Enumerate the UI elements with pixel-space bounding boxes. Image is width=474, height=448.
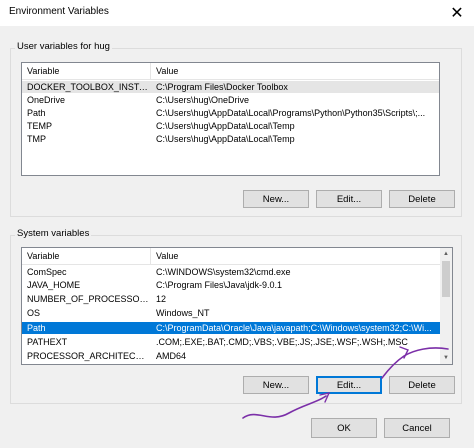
environment-variables-dialog: Environment Variables ✕ User variables f… [0,0,474,448]
title-bar: Environment Variables ✕ [0,0,474,26]
cancel-button[interactable]: Cancel [384,418,450,438]
system-list-header: Variable Value [22,248,452,265]
system-new-button[interactable]: New... [243,376,309,394]
user-list-header: Variable Value [22,63,439,80]
scroll-down-icon[interactable]: ▼ [440,352,452,364]
user-column-variable[interactable]: Variable [22,63,151,79]
system-row[interactable]: PATHEXT .COM;.EXE;.BAT;.CMD;.VBS;.VBE;.J… [22,336,440,348]
user-variables-label: User variables for hug [15,41,112,52]
user-variables-list[interactable]: Variable Value DOCKER_TOOLBOX_INSTAL... … [21,62,440,176]
system-column-value[interactable]: Value [151,248,440,264]
user-row[interactable]: TEMP C:\Users\hug\AppData\Local\Temp [22,120,439,132]
user-delete-button[interactable]: Delete [389,190,455,208]
system-row[interactable]: PROCESSOR_ARCHITECTURE AMD64 [22,350,440,362]
system-edit-button[interactable]: Edit... [316,376,382,394]
ok-button[interactable]: OK [311,418,377,438]
system-column-variable[interactable]: Variable [22,248,151,264]
system-row[interactable]: JAVA_HOME C:\Program Files\Java\jdk-9.0.… [22,279,440,291]
user-row[interactable]: DOCKER_TOOLBOX_INSTAL... C:\Program File… [22,81,439,93]
system-row[interactable]: ComSpec C:\WINDOWS\system32\cmd.exe [22,266,440,278]
user-row[interactable]: TMP C:\Users\hug\AppData\Local\Temp [22,133,439,145]
scroll-up-icon[interactable]: ▲ [440,248,452,260]
user-edit-button[interactable]: Edit... [316,190,382,208]
window-title: Environment Variables [9,6,109,17]
system-delete-button[interactable]: Delete [389,376,455,394]
system-variables-label: System variables [15,228,92,239]
scroll-thumb[interactable] [442,261,450,297]
system-row-selected[interactable]: Path C:\ProgramData\Oracle\Java\javapath… [22,322,440,334]
user-new-button[interactable]: New... [243,190,309,208]
system-row[interactable]: NUMBER_OF_PROCESSORS 12 [22,293,440,305]
system-row[interactable]: OS Windows_NT [22,307,440,319]
user-column-value[interactable]: Value [151,63,439,79]
user-row[interactable]: Path C:\Users\hug\AppData\Local\Programs… [22,107,439,119]
system-list-scrollbar[interactable]: ▲ ▼ [440,248,452,364]
user-row[interactable]: OneDrive C:\Users\hug\OneDrive [22,94,439,106]
close-icon[interactable]: ✕ [440,0,474,26]
system-variables-list[interactable]: Variable Value ComSpec C:\WINDOWS\system… [21,247,453,365]
